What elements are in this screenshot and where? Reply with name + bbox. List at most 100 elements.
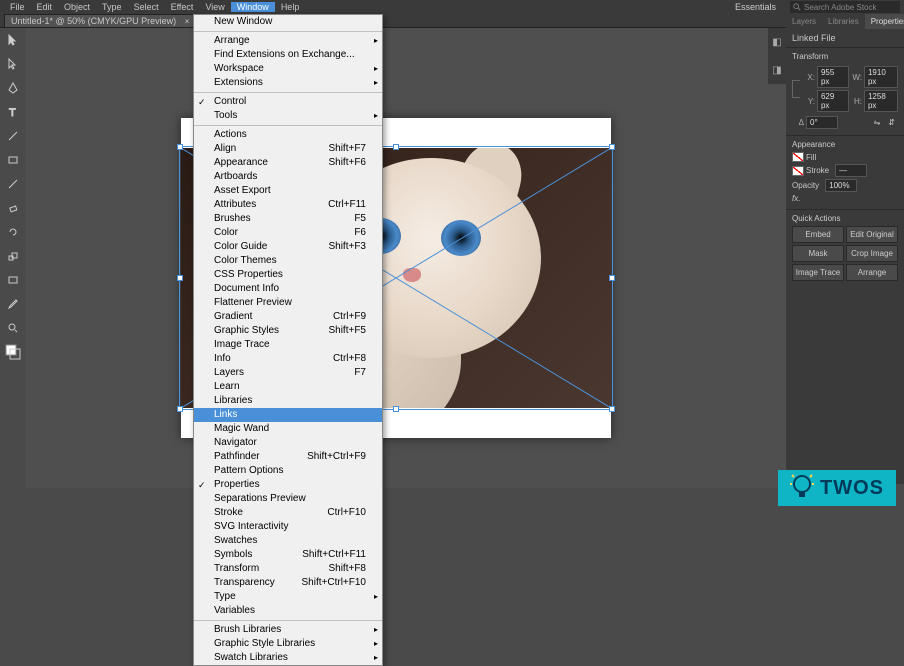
qa-image-trace-button[interactable]: Image Trace [792, 264, 844, 281]
menuitem-transparency[interactable]: TransparencyShift+Ctrl+F10 [194, 576, 382, 590]
menuitem-flattener-preview[interactable]: Flattener Preview [194, 296, 382, 310]
menu-effect[interactable]: Effect [165, 2, 200, 12]
menuitem-info[interactable]: InfoCtrl+F8 [194, 352, 382, 366]
menuitem-color-themes[interactable]: Color Themes [194, 254, 382, 268]
menuitem-symbols[interactable]: SymbolsShift+Ctrl+F11 [194, 548, 382, 562]
rotate-tool[interactable] [2, 221, 24, 243]
x-value[interactable]: 955 px [817, 66, 849, 88]
panel-tab-properties[interactable]: Properties [865, 14, 904, 29]
y-value[interactable]: 629 px [817, 90, 849, 112]
menuitem-magic-wand[interactable]: Magic Wand [194, 422, 382, 436]
menuitem-artboards[interactable]: Artboards [194, 170, 382, 184]
panel-tab-libraries[interactable]: Libraries [822, 14, 865, 29]
menuitem-graphic-styles[interactable]: Graphic StylesShift+F5 [194, 324, 382, 338]
menuitem-attributes[interactable]: AttributesCtrl+F11 [194, 198, 382, 212]
menu-edit[interactable]: Edit [31, 2, 59, 12]
menuitem-workspace[interactable]: Workspace [194, 62, 382, 76]
appearance-heading: Appearance [792, 140, 898, 149]
menuitem-properties[interactable]: Properties [194, 478, 382, 492]
selection-type-label: Linked File [792, 33, 898, 43]
document-tab[interactable]: Untitled-1* @ 50% (CMYK/GPU Preview) × [4, 14, 196, 27]
rectangle-tool[interactable] [2, 149, 24, 171]
menuitem-arrange[interactable]: Arrange [194, 34, 382, 48]
menuitem-pattern-options[interactable]: Pattern Options [194, 464, 382, 478]
search-box[interactable]: Search Adobe Stock [790, 1, 900, 13]
scale-tool[interactable] [2, 245, 24, 267]
qa-arrange-button[interactable]: Arrange [846, 264, 898, 281]
menuitem-stroke[interactable]: StrokeCtrl+F10 [194, 506, 382, 520]
qa-edit-original-button[interactable]: Edit Original [846, 226, 898, 243]
menuitem-extensions[interactable]: Extensions [194, 76, 382, 90]
h-value[interactable]: 1258 px [864, 90, 898, 112]
menuitem-transform[interactable]: TransformShift+F8 [194, 562, 382, 576]
reference-point-icon[interactable] [792, 80, 800, 98]
eraser-tool[interactable] [2, 197, 24, 219]
menuitem-graphic-style-libraries[interactable]: Graphic Style Libraries [194, 637, 382, 651]
menuitem-pathfinder[interactable]: PathfinderShift+Ctrl+F9 [194, 450, 382, 464]
gradient-tool[interactable] [2, 269, 24, 291]
menu-help[interactable]: Help [275, 2, 306, 12]
menuitem-asset-export[interactable]: Asset Export [194, 184, 382, 198]
menuitem-links[interactable]: Links [194, 408, 382, 422]
menuitem-brush-libraries[interactable]: Brush Libraries [194, 623, 382, 637]
collapsed-panel-icon[interactable]: ◨ [768, 56, 786, 84]
fill-stroke-swatch[interactable] [2, 341, 24, 363]
menuitem-gradient[interactable]: GradientCtrl+F9 [194, 310, 382, 324]
paintbrush-tool[interactable] [2, 173, 24, 195]
stroke-label: Stroke [806, 166, 829, 175]
zoom-tool[interactable] [2, 317, 24, 339]
qa-mask-button[interactable]: Mask [792, 245, 844, 262]
flip-h-icon[interactable]: ⇋ [871, 118, 884, 127]
qa-embed-button[interactable]: Embed [792, 226, 844, 243]
menuitem-learn[interactable]: Learn [194, 380, 382, 394]
canvas[interactable] [26, 28, 786, 488]
menuitem-new-window[interactable]: New Window [194, 15, 382, 29]
qa-crop-image-button[interactable]: Crop Image [846, 245, 898, 262]
menu-window[interactable]: Window [231, 2, 275, 12]
menuitem-image-trace[interactable]: Image Trace [194, 338, 382, 352]
w-value[interactable]: 1910 px [864, 66, 898, 88]
eyedropper-tool[interactable] [2, 293, 24, 315]
menu-object[interactable]: Object [58, 2, 96, 12]
pen-tool[interactable] [2, 77, 24, 99]
menuitem-document-info[interactable]: Document Info [194, 282, 382, 296]
fill-swatch[interactable] [792, 152, 804, 162]
menuitem-control[interactable]: Control [194, 95, 382, 109]
menuitem-libraries[interactable]: Libraries [194, 394, 382, 408]
menuitem-css-properties[interactable]: CSS Properties [194, 268, 382, 282]
collapsed-panel-icon[interactable]: ◧ [768, 28, 786, 56]
menuitem-find-extensions-on-exchange-[interactable]: Find Extensions on Exchange... [194, 48, 382, 62]
line-tool[interactable] [2, 125, 24, 147]
menuitem-tools[interactable]: Tools [194, 109, 382, 123]
workspace-switcher[interactable]: Essentials [725, 2, 786, 12]
menuitem-appearance[interactable]: AppearanceShift+F6 [194, 156, 382, 170]
menu-select[interactable]: Select [128, 2, 165, 12]
menuitem-separations-preview[interactable]: Separations Preview [194, 492, 382, 506]
menu-file[interactable]: File [4, 2, 31, 12]
close-tab-icon[interactable]: × [185, 17, 190, 26]
menu-type[interactable]: Type [96, 2, 128, 12]
stroke-weight[interactable]: — [835, 164, 867, 177]
menuitem-variables[interactable]: Variables [194, 604, 382, 618]
menuitem-type[interactable]: Type [194, 590, 382, 604]
stroke-swatch[interactable] [792, 166, 804, 176]
opacity-value[interactable]: 100% [825, 179, 857, 192]
menuitem-navigator[interactable]: Navigator [194, 436, 382, 450]
angle-value[interactable]: 0° [806, 116, 838, 129]
menuitem-swatches[interactable]: Swatches [194, 534, 382, 548]
menuitem-svg-interactivity[interactable]: SVG Interactivity [194, 520, 382, 534]
menuitem-actions[interactable]: Actions [194, 128, 382, 142]
fx-label[interactable]: fx. [792, 194, 800, 203]
menuitem-swatch-libraries[interactable]: Swatch Libraries [194, 651, 382, 665]
menuitem-color[interactable]: ColorF6 [194, 226, 382, 240]
type-tool[interactable]: T [2, 101, 24, 123]
direct-selection-tool[interactable] [2, 53, 24, 75]
panel-tab-layers[interactable]: Layers [786, 14, 822, 29]
menuitem-brushes[interactable]: BrushesF5 [194, 212, 382, 226]
selection-tool[interactable] [2, 29, 24, 51]
flip-v-icon[interactable]: ⇵ [885, 118, 898, 127]
menuitem-color-guide[interactable]: Color GuideShift+F3 [194, 240, 382, 254]
menuitem-layers[interactable]: LayersF7 [194, 366, 382, 380]
menu-view[interactable]: View [199, 2, 230, 12]
menuitem-align[interactable]: AlignShift+F7 [194, 142, 382, 156]
